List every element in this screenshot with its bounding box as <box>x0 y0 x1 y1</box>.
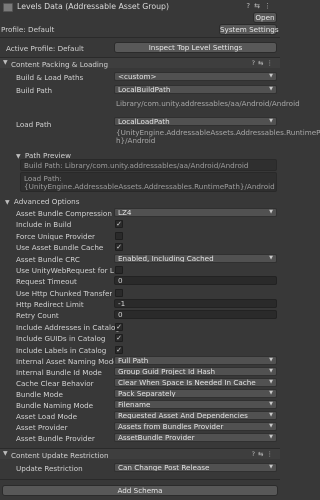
dropdown-arrow-icon: ▼ <box>269 73 273 79</box>
profile-label: Profile: Default <box>1 25 55 34</box>
divider <box>0 37 280 38</box>
window-title: Levels Data (Addressable Asset Group) <box>17 2 170 11</box>
compression-label: Asset Bundle Compression <box>16 209 112 218</box>
inspect-top-level-settings-button[interactable]: Inspect Top Level Settings <box>114 42 277 53</box>
foldout-arrow-icon[interactable]: ▼ <box>3 59 8 66</box>
help-icon[interactable]: ? <box>246 2 254 10</box>
content-update-header[interactable]: ▼ Content Update Restriction ?⇆⋮ <box>0 448 280 460</box>
include-in-build-checkbox[interactable]: ✓ <box>115 220 123 228</box>
section-title: Content Update Restriction <box>11 450 109 460</box>
preset-icon[interactable]: ⇆ <box>254 2 264 10</box>
asset-provider-dropdown[interactable]: Assets from Bundles Provider ▼ <box>114 422 277 431</box>
dropdown-arrow-icon: ▼ <box>269 379 273 385</box>
cache-clear-label: Cache Clear Behavior <box>16 379 94 388</box>
menu-icon[interactable]: ⋮ <box>264 2 275 10</box>
dropdown-arrow-icon: ▼ <box>269 412 273 418</box>
bundle-mode-dropdown[interactable]: Pack Separately ▼ <box>114 389 277 398</box>
checkmark-icon: ✓ <box>116 243 122 251</box>
asset-load-mode-dropdown[interactable]: Requested Asset And Dependencies ▼ <box>114 411 277 420</box>
include-labels-checkbox[interactable]: ✓ <box>115 346 123 354</box>
bundle-naming-dropdown[interactable]: Filename ▼ <box>114 400 277 409</box>
include-addresses-checkbox[interactable]: ✓ <box>115 323 123 331</box>
retry-count-field[interactable]: 0 <box>114 310 277 319</box>
crc-label: Asset Bundle CRC <box>16 255 80 264</box>
section-icons[interactable]: ?⇆⋮ <box>252 59 276 67</box>
use-cache-label: Use Asset Bundle Cache <box>16 243 104 252</box>
include-in-build-label: Include in Build <box>16 220 72 229</box>
internal-naming-dropdown[interactable]: Full Path ▼ <box>114 356 277 365</box>
checkmark-icon: ✓ <box>116 334 122 342</box>
section-icons[interactable]: ?⇆⋮ <box>252 450 276 458</box>
chunked-transfer-checkbox[interactable] <box>115 289 123 297</box>
dropdown-arrow-icon: ▼ <box>269 423 273 429</box>
dropdown-arrow-icon: ▼ <box>269 464 273 470</box>
asset-provider-label: Asset Provider <box>16 423 68 432</box>
build-load-paths-label: Build & Load Paths <box>16 73 84 82</box>
dropdown-arrow-icon: ▼ <box>269 401 273 407</box>
checkmark-icon: ✓ <box>116 346 122 354</box>
retry-count-label: Retry Count <box>16 311 59 320</box>
dropdown-arrow-icon: ▼ <box>269 255 273 261</box>
internal-naming-label: Internal Asset Naming Mode <box>16 357 118 366</box>
advanced-options-foldout[interactable]: ▼ Advanced Options <box>5 197 79 206</box>
add-schema-button[interactable]: Add Schema <box>2 485 278 496</box>
asset-load-mode-label: Asset Load Mode <box>16 412 78 421</box>
update-restriction-dropdown[interactable]: Can Change Post Release ▼ <box>114 463 277 472</box>
dropdown-arrow-icon: ▼ <box>269 357 273 363</box>
active-profile-label: Active Profile: Default <box>6 44 84 53</box>
load-path-dropdown[interactable]: LocalLoadPath ▼ <box>114 117 277 126</box>
build-path-dropdown[interactable]: LocalBuildPath ▼ <box>114 85 277 94</box>
asset-group-icon <box>3 3 13 12</box>
load-path-label: Load Path <box>16 120 52 129</box>
use-cache-checkbox[interactable]: ✓ <box>115 243 123 251</box>
compression-dropdown[interactable]: LZ4 ▼ <box>114 208 277 217</box>
build-path-label: Build Path <box>16 86 53 95</box>
redirect-limit-field[interactable]: -1 <box>114 299 277 308</box>
force-unique-provider-checkbox[interactable] <box>115 232 123 240</box>
bundle-provider-label: Asset Bundle Provider <box>16 434 95 443</box>
section-title: Content Packing & Loading <box>11 59 109 69</box>
dropdown-arrow-icon: ▼ <box>269 390 273 396</box>
internal-bundle-id-label: Internal Bundle Id Mode <box>16 368 102 377</box>
build-path-preview: Build Path: Library/com.unity.addressabl… <box>20 159 277 171</box>
advanced-options-label: Advanced Options <box>13 197 80 206</box>
use-uwr-checkbox[interactable] <box>115 266 123 274</box>
content-packing-header[interactable]: ▼ Content Packing & Loading ?⇆⋮ <box>0 57 280 69</box>
system-settings-button[interactable]: System Settings <box>219 24 279 35</box>
open-button[interactable]: Open <box>253 12 277 23</box>
load-path-resolved-line2: h}/Android <box>116 136 156 145</box>
load-path-preview: Load Path: {UnityEngine.AddressableAsset… <box>20 172 277 192</box>
header-icons[interactable]: ?⇆⋮ <box>246 2 275 10</box>
crc-dropdown[interactable]: Enabled, Including Cached ▼ <box>114 254 277 263</box>
chunked-transfer-label: Use Http Chunked Transfer <box>16 289 113 298</box>
dropdown-arrow-icon: ▼ <box>269 118 273 124</box>
dropdown-arrow-icon: ▼ <box>269 368 273 374</box>
bundle-naming-label: Bundle Naming Mode <box>16 401 94 410</box>
checkmark-icon: ✓ <box>116 220 122 228</box>
include-guids-label: Include GUIDs in Catalog <box>16 334 106 343</box>
request-timeout-field[interactable]: 0 <box>114 276 277 285</box>
build-load-paths-dropdown[interactable]: <custom> ▼ <box>114 72 277 81</box>
request-timeout-label: Request Timeout <box>16 277 77 286</box>
checkmark-icon: ✓ <box>116 323 122 331</box>
divider <box>0 479 280 480</box>
dropdown-arrow-icon: ▼ <box>269 434 273 440</box>
cache-clear-dropdown[interactable]: Clear When Space Is Needed In Cache ▼ <box>114 378 277 387</box>
include-labels-label: Include Labels in Catalog <box>16 346 107 355</box>
use-uwr-label: Use UnityWebRequest for Loc <box>16 266 114 275</box>
internal-bundle-id-dropdown[interactable]: Group Guid Project Id Hash ▼ <box>114 367 277 376</box>
update-restriction-label: Update Restriction <box>16 464 83 473</box>
bundle-mode-label: Bundle Mode <box>16 390 63 399</box>
bundle-provider-dropdown[interactable]: AssetBundle Provider ▼ <box>114 433 277 442</box>
force-unique-provider-label: Force Unique Provider <box>16 232 95 241</box>
include-guids-checkbox[interactable]: ✓ <box>115 334 123 342</box>
build-path-resolved: Library/com.unity.addressables/aa/Androi… <box>116 99 300 108</box>
foldout-arrow-icon[interactable]: ▼ <box>3 450 8 457</box>
dropdown-arrow-icon: ▼ <box>269 209 273 215</box>
redirect-limit-label: Http Redirect Limit <box>16 300 84 309</box>
include-addresses-label: Include Addresses in Catalog <box>16 323 120 332</box>
foldout-arrow-icon[interactable]: ▼ <box>5 199 10 206</box>
dropdown-arrow-icon: ▼ <box>269 86 273 92</box>
